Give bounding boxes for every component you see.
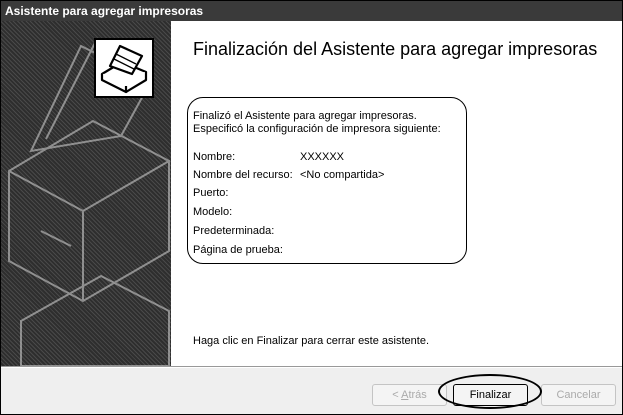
setting-value: <No compartida> bbox=[300, 169, 385, 181]
wizard-content: Finalización del Asistente para agregar … bbox=[171, 21, 622, 366]
title-bar[interactable]: Asistente para agregar impresoras bbox=[1, 1, 622, 21]
setting-row-recurso: Nombre del recurso: <No compartida> bbox=[193, 168, 613, 182]
back-button[interactable]: < Atrás bbox=[372, 384, 447, 406]
printer-wizard-icon bbox=[94, 38, 154, 98]
window-title: Asistente para agregar impresoras bbox=[5, 4, 204, 18]
finish-instruction: Haga clic en Finalizar para cerrar este … bbox=[193, 335, 429, 347]
back-button-label: trás bbox=[408, 389, 427, 401]
intro-text: Finalizó el Asistente para agregar impre… bbox=[193, 110, 613, 136]
page-title: Finalización del Asistente para agregar … bbox=[193, 39, 598, 59]
setting-label: Nombre del recurso: bbox=[193, 169, 293, 181]
setting-row-puerto: Puerto: bbox=[193, 186, 613, 200]
setting-label: Predeterminada: bbox=[193, 225, 275, 237]
cancel-button[interactable]: Cancelar bbox=[541, 384, 616, 406]
setting-label: Página de prueba: bbox=[193, 244, 283, 256]
wizard-banner bbox=[1, 21, 171, 366]
setting-row-modelo: Modelo: bbox=[193, 205, 613, 219]
wizard-window: Asistente para agregar impresoras Finali… bbox=[0, 0, 623, 415]
setting-label: Modelo: bbox=[193, 206, 233, 218]
finish-button[interactable]: Finalizar bbox=[453, 384, 528, 406]
back-button-prefix: < bbox=[392, 389, 402, 401]
button-bar: < Atrás Finalizar Cancelar bbox=[1, 368, 622, 414]
setting-row-predeterminada: Predeterminada: bbox=[193, 224, 613, 238]
setting-label: Puerto: bbox=[193, 187, 229, 199]
intro-line-1: Finalizó el Asistente para agregar impre… bbox=[193, 110, 417, 122]
setting-value: XXXXXX bbox=[300, 151, 345, 163]
setting-row-nombre: Nombre: XXXXXX bbox=[193, 150, 613, 164]
intro-line-2: Especificó la configuración de impresora… bbox=[193, 123, 441, 135]
setting-label: Nombre: bbox=[193, 151, 236, 163]
setting-row-pagina-prueba: Página de prueba: bbox=[193, 243, 613, 257]
